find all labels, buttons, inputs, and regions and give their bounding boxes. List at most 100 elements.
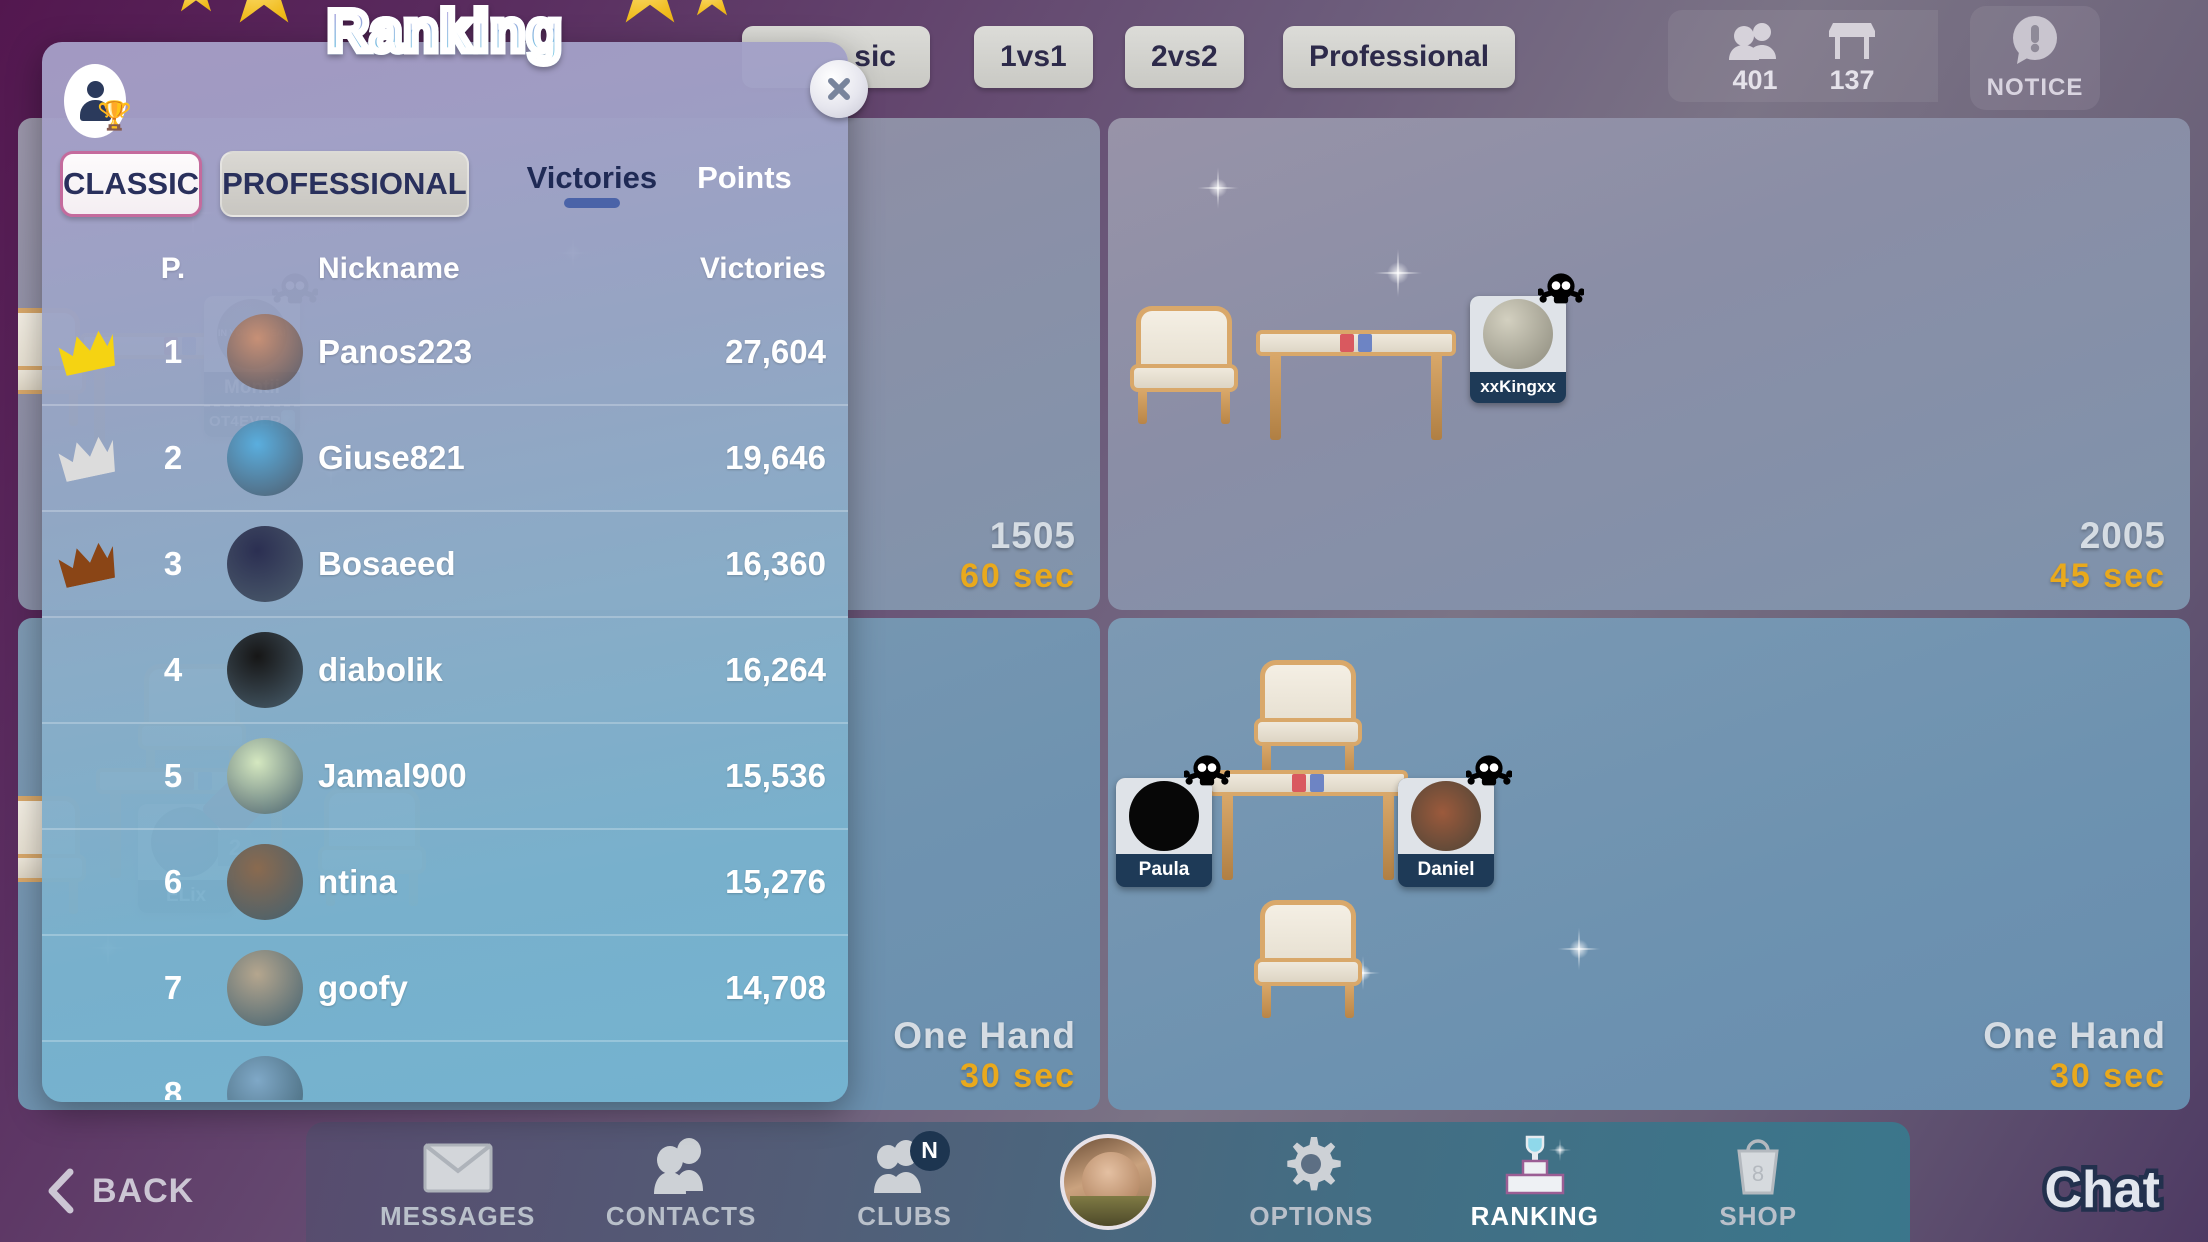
nav-contacts[interactable]: CONTACTS <box>586 1133 776 1232</box>
nav-contacts-label: CONTACTS <box>605 1200 757 1231</box>
nav-shop-label: SHOP <box>1719 1200 1798 1231</box>
player-name: Paula <box>1138 859 1190 880</box>
tab-classic[interactable]: CLASSIC <box>60 151 203 217</box>
nav-ranking[interactable]: RANKING <box>1440 1132 1630 1232</box>
table-row[interactable]: 7 goofy 14,708 <box>42 936 848 1042</box>
rank-nickname: ntina <box>318 863 397 900</box>
table-number: 1505 <box>989 515 1076 556</box>
top-tab-1vs1[interactable]: 1vs1 <box>974 26 1093 88</box>
table-row[interactable]: 2 Giuse821 19,646 <box>42 406 848 512</box>
tab-victories[interactable]: Victories <box>527 160 657 208</box>
nav-clubs[interactable]: N CLUBS <box>810 1130 1000 1232</box>
trophy-icon: 🏆 <box>97 100 132 131</box>
rank-position: 7 <box>163 969 183 1006</box>
rank-victories: 15,276 <box>725 863 826 900</box>
tables-count: 137 <box>1829 64 1875 95</box>
nav-my-profile[interactable] <box>1033 1134 1183 1230</box>
rank-nickname: Bosaeed <box>318 545 456 582</box>
table-meta-onehand-right: One Hand 30 sec <box>1983 1015 2166 1096</box>
top-tab-professional[interactable]: Professional <box>1283 26 1516 88</box>
nav-shop[interactable]: 8 SHOP <box>1663 1133 1853 1232</box>
sparkle-decoration <box>1548 918 1610 980</box>
player-tile-xxkingxx[interactable]: xxKingxx <box>1470 273 1584 403</box>
chevron-left-icon <box>48 1168 74 1214</box>
player-tile-paula[interactable]: Paula <box>1116 755 1230 887</box>
table-meta-onehand-left: One Hand 30 sec <box>893 1015 1076 1096</box>
skull-icon <box>1184 755 1230 786</box>
rank-position: 8 <box>163 1075 183 1100</box>
rank-victories: 27,604 <box>725 333 826 370</box>
player-tile-daniel[interactable]: Daniel <box>1398 755 1512 887</box>
envelope-icon <box>422 1133 494 1195</box>
player-name: xxKingxx <box>1480 377 1556 396</box>
table-row[interactable]: 4 diabolik 16,264 <box>42 618 848 724</box>
rank-position: 3 <box>163 545 183 582</box>
header-position: P. <box>160 252 186 285</box>
notice-button[interactable]: NOTICE <box>1970 6 2100 110</box>
svg-text:8: 8 <box>1752 1161 1764 1186</box>
players-icon <box>1729 17 1781 61</box>
avatar <box>227 1056 303 1100</box>
avatar <box>227 314 303 390</box>
nav-messages[interactable]: MESSAGES <box>363 1133 553 1232</box>
table-row[interactable]: 1 Panos223 27,604 <box>42 300 848 406</box>
table-row[interactable]: 5 Jamal900 15,536 <box>42 724 848 830</box>
chat-button[interactable]: Chat <box>2040 1157 2165 1224</box>
player-name: Daniel <box>1417 859 1475 880</box>
lobby-counters: 401 137 <box>1668 10 1938 102</box>
table-number: 2005 <box>2079 515 2166 556</box>
crown-bronze-icon <box>56 538 120 591</box>
rank-avatar-cell <box>212 844 318 920</box>
game-lobby-screen: IN YOUR AREA! Montii OT4EVER 1505 60 sec <box>0 0 2208 1242</box>
table-row[interactable]: 6 ntina 15,276 <box>42 830 848 936</box>
sparkle-decoration <box>1363 238 1433 308</box>
table-card-onehand-right[interactable]: Paula Daniel One Hand 30 sec <box>1108 618 2190 1110</box>
avatar <box>227 950 303 1026</box>
table-row[interactable]: 3 Bosaeed 16,360 <box>42 512 848 618</box>
table-timer: 30 sec <box>2050 1057 2166 1095</box>
tab-professional[interactable]: PROFESSIONAL <box>220 151 469 217</box>
table-card-2005[interactable]: xxKingxx 2005 45 sec <box>1108 118 2190 610</box>
nav-clubs-label: CLUBS <box>857 1200 952 1231</box>
game-table <box>1256 330 1456 440</box>
rank-avatar-cell <box>212 526 318 602</box>
bottom-bar: BACK MESSAGES CONTACTS N CLUBS OPTIONS R… <box>0 1110 2208 1242</box>
back-label: BACK <box>92 1171 195 1210</box>
rank-victories: 14,708 <box>725 969 826 1006</box>
avatar[interactable] <box>1059 1134 1156 1230</box>
rank-avatar-cell <box>212 738 318 814</box>
avatar <box>227 738 303 814</box>
header-nickname: Nickname <box>318 252 460 285</box>
rank-avatar-cell <box>212 420 318 496</box>
table-row[interactable]: 8 <box>42 1042 848 1100</box>
back-button[interactable]: BACK <box>46 1168 194 1214</box>
chair <box>1130 306 1238 424</box>
notice-bubble-icon <box>2013 16 2057 64</box>
clubs-badge: N <box>909 1130 950 1171</box>
shopping-bag-icon: 8 <box>1727 1133 1789 1195</box>
close-icon[interactable] <box>810 60 868 118</box>
rank-position: 2 <box>163 439 183 476</box>
tab-points[interactable]: Points <box>697 160 792 208</box>
top-tab-2vs2[interactable]: 2vs2 <box>1125 26 1244 88</box>
rank-avatar-cell <box>212 1056 318 1100</box>
rank-position: 4 <box>163 651 183 688</box>
ranking-list[interactable]: 1 Panos223 27,604 2 Giuse821 19,646 3 Bosaeed 16… <box>42 300 848 1100</box>
rank-position: 6 <box>163 863 183 900</box>
rank-nickname: Panos223 <box>318 333 473 370</box>
header-victories: Victories <box>699 252 826 285</box>
bottom-nav: MESSAGES CONTACTS N CLUBS OPTIONS RANKIN… <box>306 1122 1910 1242</box>
ranking-panel: Ranking 🏆 CLASSIC PROFESSIONAL Victories… <box>42 0 868 1102</box>
ranking-table-header: P. Nickname Victories <box>42 238 848 300</box>
rank-victories: 19,646 <box>725 439 826 476</box>
rank-avatar-cell <box>212 632 318 708</box>
notice-label: NOTICE <box>1986 74 2084 101</box>
table-timer: 45 sec <box>2050 557 2166 595</box>
avatar <box>227 632 303 708</box>
clubs-icon: N <box>866 1130 950 1195</box>
rank-nickname: goofy <box>318 969 408 1006</box>
nav-options[interactable]: OPTIONS <box>1216 1133 1406 1232</box>
profile-trophy-icon[interactable]: 🏆 <box>64 64 132 138</box>
rank-avatar-cell <box>212 314 318 390</box>
rank-crown-cell <box>42 543 134 585</box>
